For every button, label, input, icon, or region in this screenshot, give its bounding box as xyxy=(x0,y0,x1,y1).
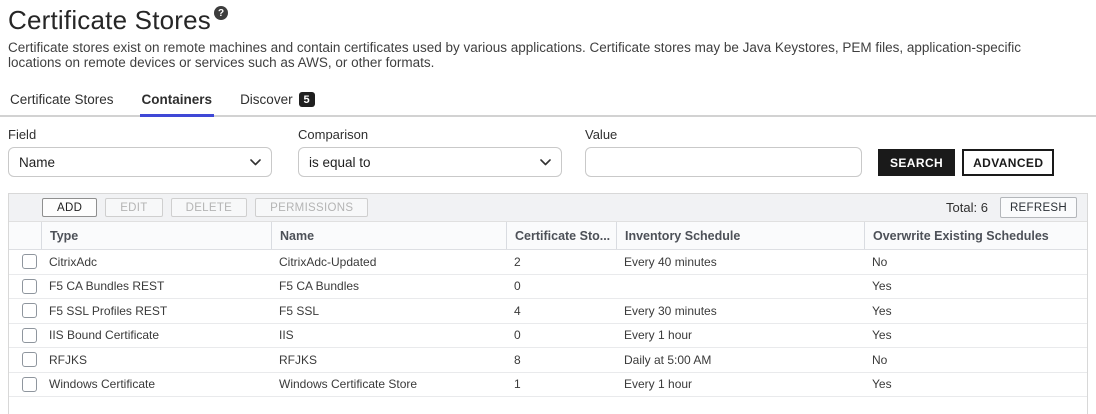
table-toolbar: ADD EDIT DELETE PERMISSIONS Total: 6 REF… xyxy=(9,194,1087,222)
column-header-certificate-stores[interactable]: Certificate Sto... xyxy=(506,222,616,249)
search-button[interactable]: SEARCH xyxy=(878,149,955,176)
tab-discover[interactable]: Discover 5 xyxy=(238,88,317,117)
table-row[interactable]: RFJKS RFJKS 8 Daily at 5:00 AM No xyxy=(9,348,1087,373)
comparison-label: Comparison xyxy=(298,127,562,142)
cell-overwrite: Yes xyxy=(864,377,1087,391)
cell-overwrite: Yes xyxy=(864,328,1087,342)
edit-button[interactable]: EDIT xyxy=(105,198,162,217)
tab-label: Discover xyxy=(240,92,293,107)
row-checkbox[interactable] xyxy=(22,303,37,318)
cell-cert-count: 4 xyxy=(506,304,616,318)
permissions-button[interactable]: PERMISSIONS xyxy=(255,198,368,217)
cell-type: CitrixAdc xyxy=(41,255,271,269)
row-checkbox[interactable] xyxy=(22,279,37,294)
discover-count-badge: 5 xyxy=(299,92,315,107)
cell-cert-count: 2 xyxy=(506,255,616,269)
delete-button[interactable]: DELETE xyxy=(171,198,248,217)
cell-name: Windows Certificate Store xyxy=(271,377,506,391)
cell-overwrite: Yes xyxy=(864,279,1087,293)
comparison-select-value: is equal to xyxy=(309,155,540,170)
total-count: Total: 6 xyxy=(946,200,988,215)
table-row[interactable]: F5 CA Bundles REST F5 CA Bundles 0 Yes xyxy=(9,275,1087,300)
cell-schedule: Every 40 minutes xyxy=(616,255,864,269)
column-header-overwrite-existing-schedules[interactable]: Overwrite Existing Schedules xyxy=(864,222,1087,249)
value-input[interactable] xyxy=(585,147,862,177)
row-checkbox[interactable] xyxy=(22,377,37,392)
search-form: Field Name Comparison is equal to Value … xyxy=(0,117,1096,177)
value-label: Value xyxy=(585,127,862,142)
tab-bar: Certificate Stores Containers Discover 5 xyxy=(0,86,1096,117)
table-footer xyxy=(9,397,1087,414)
cell-schedule: Every 1 hour xyxy=(616,328,864,342)
cell-overwrite: Yes xyxy=(864,304,1087,318)
help-icon[interactable]: ? xyxy=(214,6,228,20)
column-header-inventory-schedule[interactable]: Inventory Schedule xyxy=(616,222,864,249)
cell-name: CitrixAdc-Updated xyxy=(271,255,506,269)
certificate-stores-page: Certificate Stores ? Certificate stores … xyxy=(0,0,1096,414)
cell-type: IIS Bound Certificate xyxy=(41,328,271,342)
tab-containers[interactable]: Containers xyxy=(140,88,215,117)
cell-schedule: Every 1 hour xyxy=(616,377,864,391)
cell-cert-count: 0 xyxy=(506,328,616,342)
cell-type: RFJKS xyxy=(41,353,271,367)
field-select-value: Name xyxy=(19,155,250,170)
table-row[interactable]: IIS Bound Certificate IIS 0 Every 1 hour… xyxy=(9,324,1087,349)
column-header-name[interactable]: Name xyxy=(271,222,506,249)
chevron-down-icon xyxy=(250,159,261,166)
cell-schedule: Every 30 minutes xyxy=(616,304,864,318)
cell-cert-count: 0 xyxy=(506,279,616,293)
containers-table: ADD EDIT DELETE PERMISSIONS Total: 6 REF… xyxy=(8,193,1088,414)
tab-label: Containers xyxy=(142,92,213,107)
table-row[interactable]: F5 SSL Profiles REST F5 SSL 4 Every 30 m… xyxy=(9,299,1087,324)
cell-overwrite: No xyxy=(864,353,1087,367)
comparison-select[interactable]: is equal to xyxy=(298,147,562,177)
cell-name: IIS xyxy=(271,328,506,342)
cell-cert-count: 8 xyxy=(506,353,616,367)
cell-cert-count: 1 xyxy=(506,377,616,391)
select-all-header-cell xyxy=(9,222,41,249)
page-header: Certificate Stores ? Certificate stores … xyxy=(0,0,1096,70)
row-checkbox[interactable] xyxy=(22,328,37,343)
cell-type: F5 CA Bundles REST xyxy=(41,279,271,293)
cell-name: RFJKS xyxy=(271,353,506,367)
cell-schedule: Daily at 5:00 AM xyxy=(616,353,864,367)
cell-overwrite: No xyxy=(864,255,1087,269)
cell-name: F5 CA Bundles xyxy=(271,279,506,293)
page-description: Certificate stores exist on remote machi… xyxy=(8,40,1048,70)
page-title: Certificate Stores xyxy=(8,5,211,36)
row-checkbox[interactable] xyxy=(22,352,37,367)
advanced-button[interactable]: ADVANCED xyxy=(962,149,1054,176)
chevron-down-icon xyxy=(540,159,551,166)
add-button[interactable]: ADD xyxy=(42,198,97,217)
field-select[interactable]: Name xyxy=(8,147,272,177)
column-header-type[interactable]: Type xyxy=(41,222,271,249)
row-checkbox[interactable] xyxy=(22,254,37,269)
field-label: Field xyxy=(8,127,272,142)
table-header-row: Type Name Certificate Sto... Inventory S… xyxy=(9,222,1087,250)
cell-type: F5 SSL Profiles REST xyxy=(41,304,271,318)
cell-name: F5 SSL xyxy=(271,304,506,318)
table-row[interactable]: CitrixAdc CitrixAdc-Updated 2 Every 40 m… xyxy=(9,250,1087,275)
tab-label: Certificate Stores xyxy=(10,92,114,107)
table-row[interactable]: Windows Certificate Windows Certificate … xyxy=(9,373,1087,398)
cell-type: Windows Certificate xyxy=(41,377,271,391)
refresh-button[interactable]: REFRESH xyxy=(1000,197,1077,218)
tab-certificate-stores[interactable]: Certificate Stores xyxy=(8,88,116,117)
